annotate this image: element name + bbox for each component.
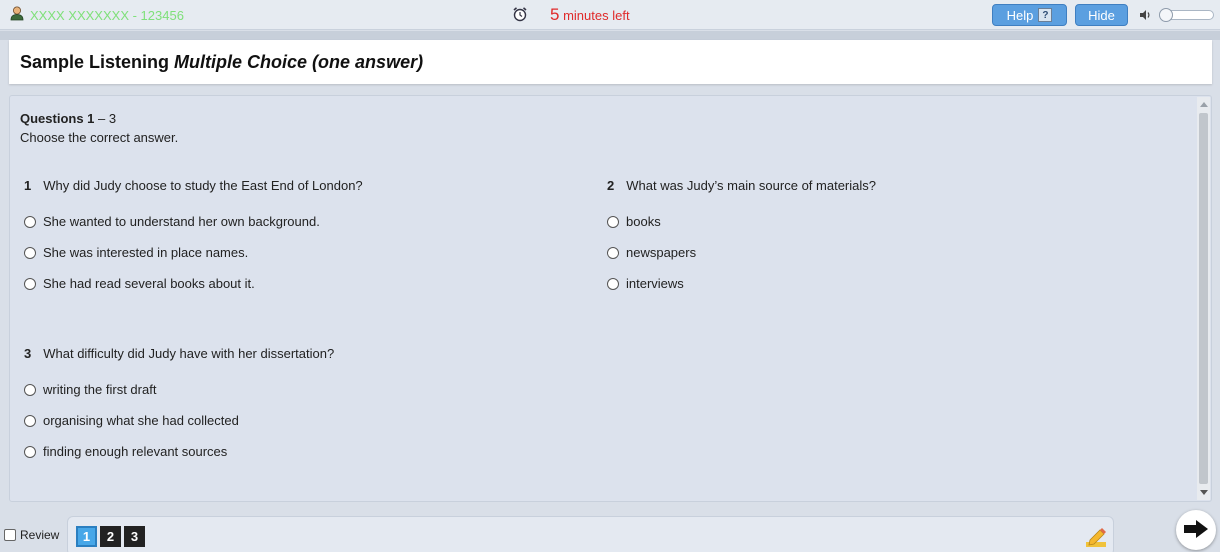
questions-heading-label: Questions 1	[20, 111, 95, 126]
title-panel: Sample Listening Multiple Choice (one an…	[9, 40, 1212, 84]
questions-heading: Questions 1 – 3	[20, 111, 116, 126]
radio-button[interactable]	[24, 414, 36, 427]
time-remaining: 5 minutes left	[550, 5, 630, 25]
question-prompt: 2 What was Judy’s main source of materia…	[607, 178, 1167, 193]
question-panel: Questions 1 – 3 Choose the correct answe…	[9, 95, 1212, 502]
radio-button[interactable]	[24, 246, 36, 259]
option-label: interviews	[626, 276, 684, 291]
page-title-prefix: Sample Listening	[20, 52, 170, 72]
pencil-icon[interactable]	[1084, 525, 1108, 552]
option-label: finding enough relevant sources	[43, 444, 228, 459]
hide-button[interactable]: Hide	[1075, 4, 1128, 26]
scrollbar-thumb[interactable]	[1199, 113, 1208, 484]
nav-question-2[interactable]: 2	[100, 526, 121, 547]
question-1: 1 Why did Judy choose to study the East …	[24, 178, 584, 298]
option-label: She had read several books about it.	[43, 276, 255, 291]
option-2b[interactable]: newspapers	[607, 245, 696, 260]
question-nav-buttons: 1 2 3	[76, 526, 145, 547]
nav-question-3[interactable]: 3	[124, 526, 145, 547]
radio-button[interactable]	[24, 277, 36, 290]
question-3: 3 What difficulty did Judy have with her…	[24, 346, 584, 466]
option-3a[interactable]: writing the first draft	[24, 382, 156, 397]
question-text: What difficulty did Judy have with her d…	[43, 346, 335, 361]
question-prompt: 1 Why did Judy choose to study the East …	[24, 178, 584, 193]
speaker-icon	[1138, 8, 1152, 25]
questions-heading-range: – 3	[94, 111, 117, 126]
option-3b[interactable]: organising what she had collected	[24, 413, 239, 428]
option-2a[interactable]: books	[607, 214, 661, 229]
option-1b[interactable]: She was interested in place names.	[24, 245, 248, 260]
time-remaining-label: minutes left	[563, 8, 630, 23]
time-remaining-number: 5	[550, 5, 560, 24]
next-button[interactable]	[1176, 510, 1216, 550]
review-checkbox[interactable]	[4, 529, 16, 541]
option-label: newspapers	[626, 245, 697, 260]
page-title-italic: Multiple Choice (one answer)	[174, 52, 424, 72]
option-label: organising what she had collected	[43, 413, 239, 428]
review-toggle[interactable]: Review	[4, 528, 59, 542]
radio-button[interactable]	[24, 383, 36, 396]
option-3c[interactable]: finding enough relevant sources	[24, 444, 227, 459]
scrollbar[interactable]	[1197, 97, 1210, 500]
scroll-up-arrow[interactable]	[1200, 102, 1208, 107]
question-prompt: 3 What difficulty did Judy have with her…	[24, 346, 584, 361]
question-number: 3	[24, 346, 32, 361]
question-2: 2 What was Judy’s main source of materia…	[607, 178, 1167, 298]
header-divider	[0, 31, 1220, 40]
volume-slider[interactable]	[1159, 8, 1214, 22]
candidate-name: XXXX XXXXXXX - 123456	[30, 7, 184, 23]
questions-instructions: Choose the correct answer.	[20, 130, 179, 145]
option-label: She was interested in place names.	[43, 245, 249, 260]
candidate-info: XXXX XXXXXXX - 123456	[10, 6, 184, 24]
scroll-down-arrow[interactable]	[1200, 490, 1208, 495]
option-1a[interactable]: She wanted to understand her own backgro…	[24, 214, 320, 229]
question-text: What was Judy’s main source of materials…	[626, 178, 876, 193]
option-label: writing the first draft	[43, 382, 157, 397]
question-mark-icon: ?	[1038, 8, 1053, 22]
hide-button-label: Hide	[1088, 7, 1115, 23]
nav-question-1[interactable]: 1	[76, 526, 97, 547]
volume-slider-handle[interactable]	[1159, 8, 1173, 22]
option-2c[interactable]: interviews	[607, 276, 684, 291]
person-icon	[10, 6, 24, 24]
option-label: books	[626, 214, 661, 229]
question-number: 1	[24, 178, 32, 193]
top-bar: XXXX XXXXXXX - 123456 5 minutes left Hel…	[0, 0, 1220, 30]
help-button-label: Help	[1006, 7, 1034, 23]
radio-button[interactable]	[607, 246, 619, 259]
help-button[interactable]: Help ?	[992, 4, 1067, 26]
radio-button[interactable]	[24, 215, 36, 228]
alarm-clock-icon	[512, 6, 528, 25]
question-navigator: 1 2 3	[67, 516, 1114, 552]
question-text: Why did Judy choose to study the East En…	[43, 178, 363, 193]
radio-button[interactable]	[24, 445, 36, 458]
arrow-right-icon	[1183, 519, 1209, 542]
option-1c[interactable]: She had read several books about it.	[24, 276, 255, 291]
radio-button[interactable]	[607, 215, 619, 228]
timer: 5 minutes left	[512, 5, 630, 25]
page-title: Sample Listening Multiple Choice (one an…	[20, 52, 423, 73]
review-label: Review	[20, 528, 60, 542]
option-label: She wanted to understand her own backgro…	[43, 214, 320, 229]
radio-button[interactable]	[607, 277, 619, 290]
question-number: 2	[607, 178, 615, 193]
